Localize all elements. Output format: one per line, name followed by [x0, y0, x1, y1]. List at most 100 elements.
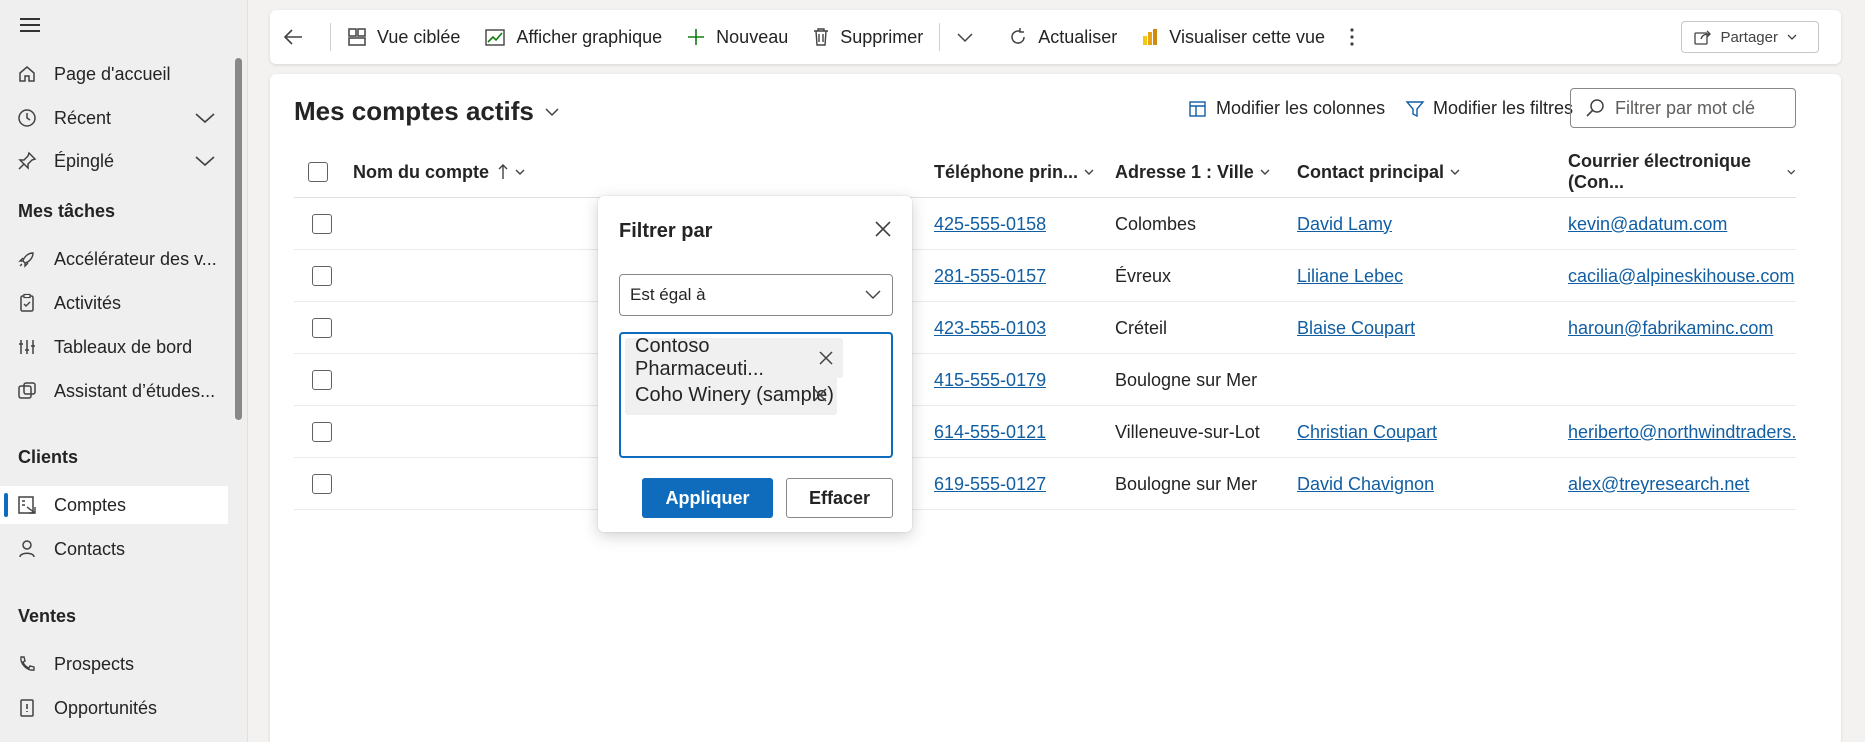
column-header-account-name[interactable]: Nom du compte	[353, 146, 526, 198]
email-link[interactable]: heriberto@northwindtraders...	[1568, 406, 1796, 458]
value-picker[interactable]: Contoso Pharmaceuti... Coho Winery (samp…	[619, 332, 893, 458]
row-checkbox[interactable]	[312, 422, 332, 442]
focused-view-icon	[348, 28, 366, 46]
select-all-checkbox[interactable]	[308, 162, 328, 182]
overflow-menu-button[interactable]	[1337, 10, 1377, 64]
chevron-down-icon[interactable]	[194, 151, 216, 176]
sidebar: Page d'accueil Récent Épinglé Mes tâches…	[0, 0, 248, 742]
operator-value: Est égal à	[630, 285, 706, 304]
email-link[interactable]: kevin@adatum.com	[1568, 198, 1796, 250]
operator-dropdown[interactable]: Est égal à	[619, 274, 893, 316]
sidebar-item-study-assistant[interactable]: Assistant d’études...	[0, 372, 228, 410]
keyword-filter-box	[1570, 88, 1796, 128]
more-vertical-icon	[1350, 28, 1354, 46]
row-checkbox[interactable]	[312, 318, 332, 338]
visualize-view-label: Visualiser cette vue	[1169, 26, 1326, 47]
column-header-phone[interactable]: Téléphone prin...	[934, 146, 1095, 198]
table-row[interactable]: 423-555-0103 Créteil Blaise Coupart haro…	[294, 302, 1796, 354]
hamburger-menu-icon[interactable]	[20, 18, 40, 32]
new-label: Nouveau	[716, 26, 789, 47]
sidebar-item-dashboards[interactable]: Tableaux de bord	[0, 328, 228, 366]
contact-link[interactable]: Christian Coupart	[1297, 406, 1437, 458]
clipboard-icon	[16, 292, 38, 314]
edit-filters-button[interactable]: Modifier les filtres	[1405, 98, 1573, 119]
assistant-icon	[16, 380, 38, 402]
sort-ascending-icon	[498, 164, 508, 179]
keyword-filter-input[interactable]	[1615, 97, 1795, 119]
remove-tag-icon[interactable]	[811, 386, 829, 404]
sidebar-item-sales-accelerator[interactable]: Accélérateur des v...	[0, 240, 228, 278]
refresh-button[interactable]: Actualiser	[996, 10, 1129, 64]
phone-link[interactable]: 281-555-0157	[934, 250, 1046, 302]
edit-columns-button[interactable]: Modifier les colonnes	[1188, 98, 1385, 119]
apply-button[interactable]: Appliquer	[642, 478, 773, 518]
plus-icon	[688, 29, 705, 45]
filter-value-tag: Contoso Pharmaceuti...	[625, 335, 843, 380]
view-title: Mes comptes actifs	[294, 96, 534, 126]
back-button[interactable]	[270, 10, 326, 64]
sidebar-item-label: Prospects	[54, 653, 135, 674]
city-cell: Évreux	[1115, 265, 1172, 286]
command-bar: Vue ciblée Afficher graphique Nouveau Su…	[270, 10, 1841, 64]
row-checkbox[interactable]	[312, 474, 332, 494]
email-link[interactable]: haroun@fabrikaminc.com	[1568, 302, 1796, 354]
edit-columns-icon	[1189, 100, 1206, 117]
clear-button[interactable]: Effacer	[786, 478, 893, 518]
show-chart-label: Afficher graphique	[516, 26, 663, 47]
search-icon	[1586, 99, 1604, 117]
accounts-icon	[16, 494, 38, 516]
table-row[interactable]: 281-555-0157 Évreux Liliane Lebec cacili…	[294, 250, 1796, 302]
column-header-email[interactable]: Courrier électronique (Con...	[1568, 146, 1796, 198]
new-button[interactable]: Nouveau	[674, 10, 800, 64]
sidebar-item-leads[interactable]: Prospects	[0, 645, 228, 683]
contact-link[interactable]: Liliane Lebec	[1297, 250, 1403, 302]
column-header-primary-contact[interactable]: Contact principal	[1297, 146, 1461, 198]
phone-link[interactable]: 614-555-0121	[934, 406, 1046, 458]
chevron-down-icon	[1786, 169, 1795, 175]
close-icon[interactable]	[872, 218, 894, 240]
email-link[interactable]: alex@treyresearch.net	[1568, 458, 1796, 510]
sidebar-item-opportunities[interactable]: Opportunités	[0, 689, 228, 727]
email-link[interactable]	[1568, 354, 1796, 406]
focused-view-button[interactable]: Vue ciblée	[335, 10, 472, 64]
phone-link[interactable]: 619-555-0127	[934, 458, 1046, 510]
remove-tag-icon[interactable]	[817, 349, 835, 367]
back-arrow-icon	[283, 29, 302, 45]
sidebar-item-pinned[interactable]: Épinglé	[0, 142, 228, 180]
sidebar-item-home[interactable]: Page d'accueil	[0, 55, 228, 93]
phone-link[interactable]: 423-555-0103	[934, 302, 1046, 354]
column-header-city[interactable]: Adresse 1 : Ville	[1115, 146, 1271, 198]
sidebar-item-activities[interactable]: Activités	[0, 284, 228, 322]
chevron-down-icon	[515, 169, 525, 175]
row-checkbox[interactable]	[312, 266, 332, 286]
sidebar-item-label: Page d'accueil	[54, 63, 171, 84]
contact-link[interactable]: David Chavignon	[1297, 458, 1434, 510]
contact-link[interactable]: Blaise Coupart	[1297, 302, 1415, 354]
view-selector[interactable]: Mes comptes actifs	[294, 96, 560, 127]
table-row[interactable]: 619-555-0127 Boulogne sur Mer David Chav…	[294, 458, 1796, 510]
email-link[interactable]: cacilia@alpineskihouse.com	[1568, 250, 1796, 302]
phone-link[interactable]: 425-555-0158	[934, 198, 1046, 250]
share-button[interactable]: Partager	[1681, 21, 1819, 53]
sidebar-item-contacts[interactable]: Contacts	[0, 530, 228, 568]
sidebar-scrollbar[interactable]	[235, 58, 242, 420]
row-checkbox[interactable]	[312, 370, 332, 390]
phone-link[interactable]: 415-555-0179	[934, 354, 1046, 406]
visualize-view-button[interactable]: Visualiser cette vue	[1129, 10, 1337, 64]
table-row[interactable]: 415-555-0179 Boulogne sur Mer	[294, 354, 1796, 406]
table-row[interactable]: 425-555-0158 Colombes David Lamy kevin@a…	[294, 198, 1796, 250]
delete-button[interactable]: Supprimer	[800, 10, 935, 64]
row-checkbox[interactable]	[312, 214, 332, 234]
more-commands-chevron[interactable]	[944, 10, 996, 64]
sidebar-item-recent[interactable]: Récent	[0, 99, 228, 137]
sidebar-item-label: Contacts	[54, 538, 126, 559]
sidebar-item-accounts[interactable]: Comptes	[0, 486, 228, 524]
delete-label: Supprimer	[840, 26, 924, 47]
show-chart-button[interactable]: Afficher graphique	[472, 10, 674, 64]
table-row[interactable]: 614-555-0121 Villeneuve-sur-Lot Christia…	[294, 406, 1796, 458]
chevron-down-icon	[865, 290, 881, 299]
toolbar-separator	[939, 23, 941, 51]
share-icon	[1694, 30, 1712, 45]
chevron-down-icon[interactable]	[194, 108, 216, 133]
contact-link[interactable]: David Lamy	[1297, 198, 1392, 250]
